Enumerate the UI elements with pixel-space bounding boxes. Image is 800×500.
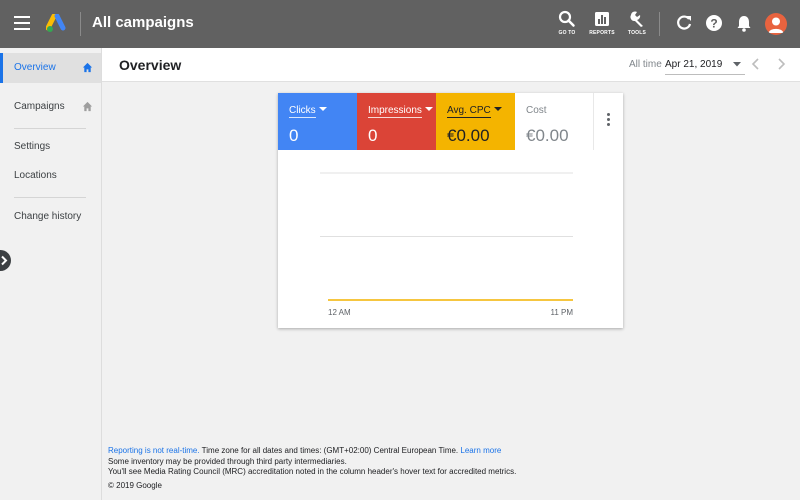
metric-label: Cost xyxy=(526,105,547,116)
chevron-left-icon[interactable] xyxy=(750,57,762,71)
tools-label: TOOLS xyxy=(627,30,647,36)
dropdown-arrow-icon xyxy=(318,107,327,111)
page-title: Overview xyxy=(119,57,182,73)
date-range-label: All time xyxy=(629,59,662,70)
metric-impressions[interactable]: Impressions 0 xyxy=(357,93,436,150)
sidebar-item-campaigns[interactable]: Campaigns xyxy=(0,92,101,122)
menu-icon[interactable] xyxy=(14,16,30,30)
search-icon xyxy=(558,10,575,27)
page-scope-title: All campaigns xyxy=(92,14,194,31)
sidebar-item-change-history[interactable]: Change history xyxy=(0,202,101,232)
google-ads-logo[interactable] xyxy=(46,14,68,34)
chevron-right-icon[interactable] xyxy=(775,57,787,71)
copyright: © 2019 Google xyxy=(108,480,162,490)
date-range-picker[interactable]: Apr 21, 2019 xyxy=(665,59,722,70)
chevron-right-icon xyxy=(1,255,8,266)
sidebar-item-label: Change history xyxy=(14,211,82,222)
topbar-divider xyxy=(659,12,660,36)
sidebar-item-label: Locations xyxy=(14,170,57,181)
reports-button[interactable]: REPORTS xyxy=(587,8,617,42)
page-header: Overview All time Apr 21, 2019 xyxy=(102,48,800,82)
metric-cost[interactable]: Cost €0.00 xyxy=(515,93,594,150)
sidebar-item-locations[interactable]: Locations xyxy=(0,161,101,191)
sidebar-item-overview[interactable]: Overview xyxy=(0,53,101,83)
footer: Reporting is not real-time. Time zone fo… xyxy=(108,446,516,491)
timezone-text: Time zone for all dates and times: (GMT+… xyxy=(199,446,461,455)
metric-value: 0 xyxy=(289,126,299,145)
topbar-divider xyxy=(80,12,81,36)
reports-label: REPORTS xyxy=(589,30,615,36)
sidebar-divider xyxy=(14,128,86,129)
wrench-icon xyxy=(630,11,643,27)
dropdown-arrow-icon[interactable] xyxy=(733,62,741,67)
performance-chart: 12 AM 11 PM xyxy=(320,172,573,317)
sidebar: Overview Campaigns Settings Locations Ch… xyxy=(0,48,102,500)
footer-line-3: You'll see Media Rating Council (MRC) ac… xyxy=(108,467,517,476)
dropdown-arrow-icon xyxy=(424,107,433,111)
metric-clicks[interactable]: Clicks 0 xyxy=(278,93,357,150)
expand-sidebar-button[interactable] xyxy=(0,250,11,271)
date-range-underline xyxy=(665,74,745,75)
realtime-link[interactable]: Reporting is not real-time. xyxy=(108,446,200,455)
metric-value: 0 xyxy=(368,126,378,145)
svg-text:?: ? xyxy=(710,17,717,31)
top-bar: All campaigns GO TO REPORTS TOOLS ? xyxy=(0,0,800,48)
more-options-icon[interactable] xyxy=(604,113,612,127)
home-icon xyxy=(82,62,93,73)
footer-line-2: Some inventory may be provided through t… xyxy=(108,456,347,466)
metric-avg-cpc[interactable]: Avg. CPC €0.00 xyxy=(436,93,515,150)
help-icon[interactable]: ? xyxy=(704,13,724,33)
metric-label: Avg. CPC xyxy=(447,105,491,118)
performance-card: Clicks 0 Impressions 0 Avg. CPC €0.00 Co… xyxy=(278,93,623,328)
goto-label: GO TO xyxy=(558,30,576,36)
notifications-icon[interactable] xyxy=(734,13,754,33)
metric-value: €0.00 xyxy=(526,126,569,145)
reports-icon xyxy=(595,12,609,26)
metric-label: Impressions xyxy=(368,105,422,118)
metric-value: €0.00 xyxy=(447,126,490,145)
sidebar-item-settings[interactable]: Settings xyxy=(0,132,101,162)
account-avatar[interactable] xyxy=(765,13,787,35)
chart-tick-label: 11 PM xyxy=(550,308,573,317)
refresh-icon[interactable] xyxy=(674,13,694,33)
user-icon xyxy=(768,17,784,33)
goto-button[interactable]: GO TO xyxy=(552,8,582,42)
dropdown-arrow-icon xyxy=(493,107,502,111)
sidebar-item-label: Overview xyxy=(14,62,56,73)
sidebar-item-label: Settings xyxy=(14,141,51,152)
home-icon xyxy=(82,101,93,112)
learn-more-link[interactable]: Learn more xyxy=(460,446,501,455)
chart-tick-label: 12 AM xyxy=(328,308,351,317)
sidebar-item-label: Campaigns xyxy=(14,101,65,112)
metric-label: Clicks xyxy=(289,105,316,118)
footer-line-1: Reporting is not real-time. Time zone fo… xyxy=(108,446,516,457)
sidebar-divider xyxy=(14,197,86,198)
tools-button[interactable]: TOOLS xyxy=(622,8,652,42)
